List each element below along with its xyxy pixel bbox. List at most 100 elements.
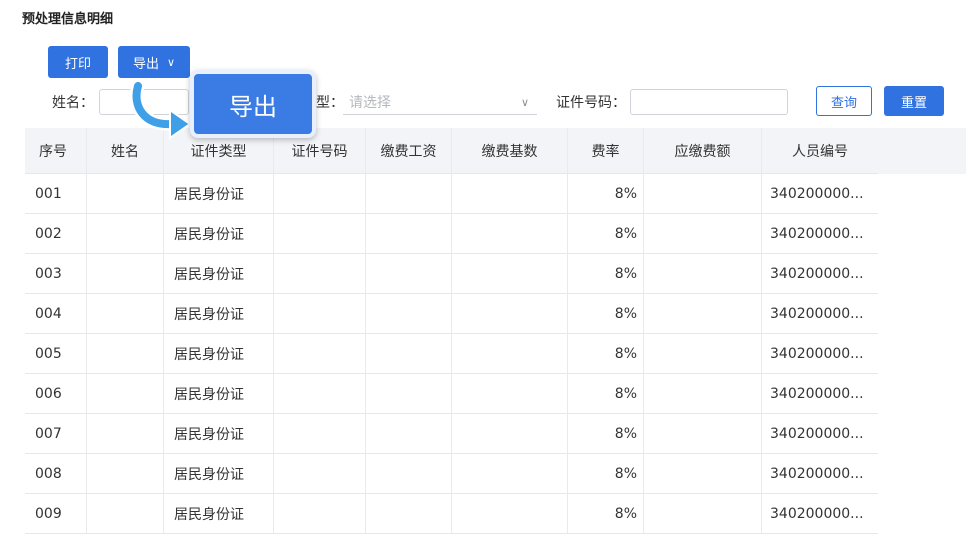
id-type-select[interactable]: 请选择 ∨ (343, 89, 537, 115)
cell-id-type: 居民身份证 (164, 214, 274, 253)
cell-rate: 8% (568, 334, 644, 373)
cell-base (452, 174, 568, 213)
cell-id-no (274, 254, 366, 293)
cell-seq: 006 (25, 374, 87, 413)
cell-base (452, 454, 568, 493)
cell-amount (644, 374, 762, 413)
cell-id-no (274, 414, 366, 453)
table-row[interactable]: 004 居民身份证 8% 340200000... (25, 294, 878, 334)
cell-wage (366, 334, 452, 373)
table-row[interactable]: 005 居民身份证 8% 340200000... (25, 334, 878, 374)
cell-amount (644, 414, 762, 453)
cell-id-no (274, 494, 366, 533)
cell-name (87, 214, 164, 253)
cell-person-no: 340200000... (770, 185, 864, 202)
col-header-seq: 序号 (25, 128, 87, 173)
cell-rate: 8% (568, 374, 644, 413)
col-header-rate: 费率 (568, 128, 644, 173)
cell-name (87, 374, 164, 413)
col-header-person-no: 人员编号 (792, 143, 848, 160)
cell-seq: 001 (25, 174, 87, 213)
cell-person-no: 340200000... (770, 305, 864, 322)
cell-person-no: 340200000... (770, 505, 864, 522)
cell-wage (366, 294, 452, 333)
query-button[interactable]: 查询 (816, 86, 872, 116)
cell-rate: 8% (568, 294, 644, 333)
export-callout: 导出 (190, 70, 316, 138)
table-row[interactable]: 009 居民身份证 8% 340200000... (25, 494, 878, 534)
table-row[interactable]: 008 居民身份证 8% 340200000... (25, 454, 878, 494)
cell-name (87, 294, 164, 333)
page-title: 预处理信息明细 (22, 12, 114, 27)
table-row[interactable]: 006 居民身份证 8% 340200000... (25, 374, 878, 414)
cell-rate: 8% (568, 214, 644, 253)
reset-button[interactable]: 重置 (884, 86, 944, 116)
cell-rate: 8% (568, 174, 644, 213)
cell-id-no (274, 294, 366, 333)
cell-amount (644, 214, 762, 253)
cell-rate: 8% (568, 254, 644, 293)
cell-seq: 009 (25, 494, 87, 533)
cell-seq: 007 (25, 414, 87, 453)
id-type-placeholder: 请选择 (349, 95, 391, 111)
table-row[interactable]: 003 居民身份证 8% 340200000... (25, 254, 878, 294)
cell-amount (644, 294, 762, 333)
chevron-down-icon: ∨ (166, 56, 176, 69)
cell-name (87, 174, 164, 213)
export-button-label: 导出 (132, 56, 159, 72)
cell-rate: 8% (568, 414, 644, 453)
cell-seq: 003 (25, 254, 87, 293)
id-number-input[interactable] (630, 89, 788, 115)
export-button[interactable]: 导出 ∨ (118, 46, 190, 78)
cell-base (452, 294, 568, 333)
table-header-tail (878, 128, 966, 174)
table-row[interactable]: 007 居民身份证 8% 340200000... (25, 414, 878, 454)
cell-id-type: 居民身份证 (164, 254, 274, 293)
print-button[interactable]: 打印 (48, 46, 108, 78)
data-table: 序号 姓名 证件类型 证件号码 缴费工资 缴费基数 费率 应缴费额 人员编号 0… (25, 128, 878, 534)
cell-id-type: 居民身份证 (164, 494, 274, 533)
table-row[interactable]: 001 居民身份证 8% 340200000... (25, 174, 878, 214)
cell-wage (366, 214, 452, 253)
table-row[interactable]: 002 居民身份证 8% 340200000... (25, 214, 878, 254)
cell-base (452, 334, 568, 373)
cell-id-no (274, 334, 366, 373)
cell-name (87, 254, 164, 293)
cell-amount (644, 174, 762, 213)
cell-id-type: 居民身份证 (164, 454, 274, 493)
cell-base (452, 214, 568, 253)
select-underline (343, 114, 537, 115)
cell-wage (366, 174, 452, 213)
id-number-label: 证件号码： (556, 95, 626, 111)
id-type-label: 型： (316, 95, 344, 111)
cell-base (452, 414, 568, 453)
cell-wage (366, 454, 452, 493)
col-header-base: 缴费基数 (452, 128, 568, 173)
cell-wage (366, 254, 452, 293)
cell-id-no (274, 214, 366, 253)
cell-person-no: 340200000... (770, 345, 864, 362)
cell-wage (366, 494, 452, 533)
table-body: 001 居民身份证 8% 340200000... 002 居民身份证 8% 34020000… (25, 174, 878, 534)
cell-id-type: 居民身份证 (164, 414, 274, 453)
cell-wage (366, 414, 452, 453)
cell-name (87, 494, 164, 533)
cell-amount (644, 494, 762, 533)
cell-base (452, 374, 568, 413)
cell-person-no: 340200000... (770, 385, 864, 402)
cell-name (87, 454, 164, 493)
cell-name (87, 334, 164, 373)
cell-base (452, 254, 568, 293)
cell-seq: 005 (25, 334, 87, 373)
cell-amount (644, 334, 762, 373)
cell-id-type: 居民身份证 (164, 294, 274, 333)
cell-id-type: 居民身份证 (164, 334, 274, 373)
col-header-amount: 应缴费额 (644, 128, 762, 173)
curved-arrow-icon (130, 80, 192, 140)
cell-id-no (274, 374, 366, 413)
cell-amount (644, 254, 762, 293)
cell-name (87, 414, 164, 453)
cell-rate: 8% (568, 494, 644, 533)
cell-id-type: 居民身份证 (164, 174, 274, 213)
cell-rate: 8% (568, 454, 644, 493)
